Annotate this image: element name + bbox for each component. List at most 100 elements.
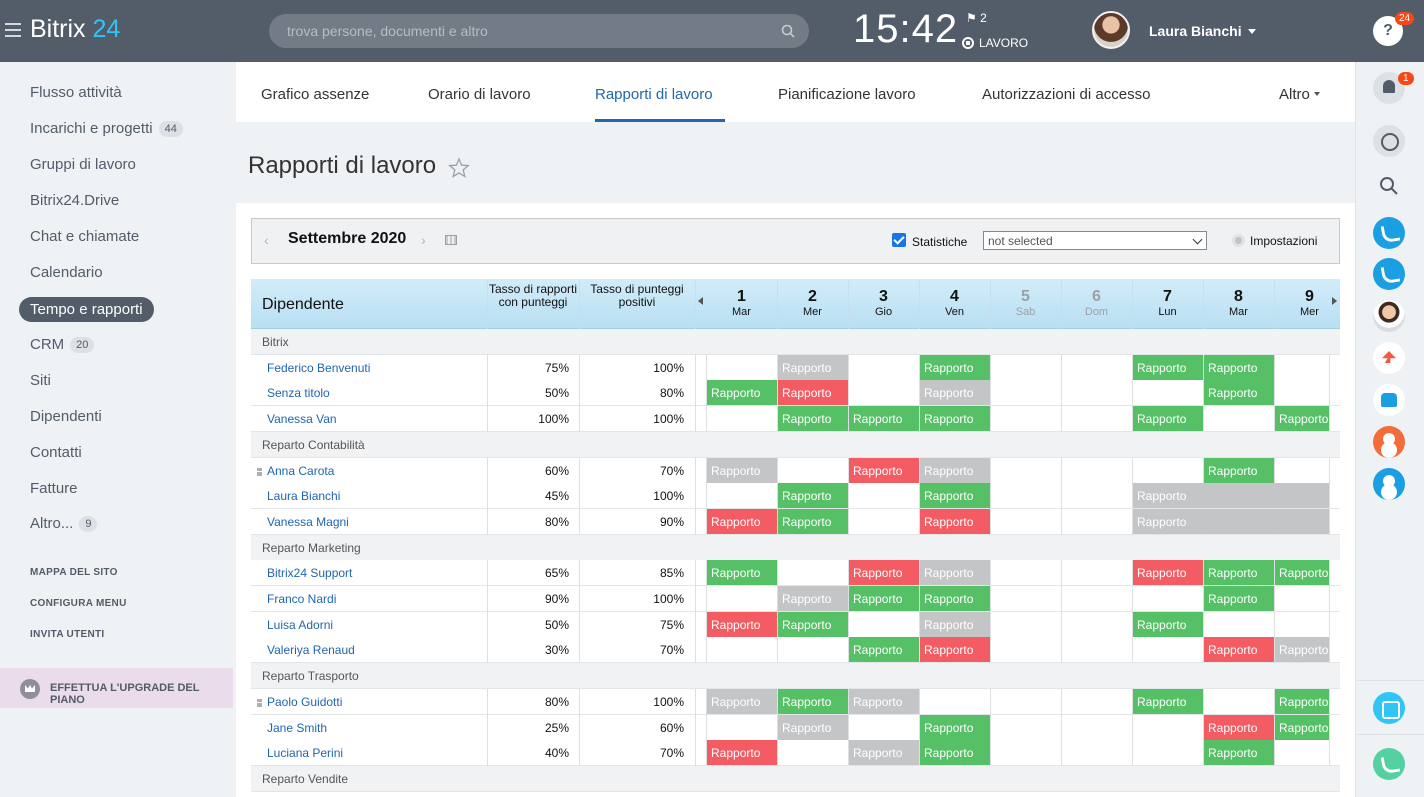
report-cell[interactable]: Rapporto bbox=[849, 457, 919, 483]
report-cell[interactable]: Rapporto bbox=[778, 508, 848, 534]
report-cell[interactable]: Rapporto bbox=[1204, 637, 1274, 663]
sidebar-item[interactable]: Chat e chiamate bbox=[30, 228, 139, 245]
sidebar-link[interactable]: INVITA UTENTI bbox=[30, 629, 104, 640]
report-cell[interactable]: Rapporto bbox=[920, 457, 990, 483]
report-cell[interactable]: Rapporto bbox=[707, 457, 777, 483]
report-cell[interactable]: Rapporto bbox=[778, 611, 848, 637]
star-icon[interactable] bbox=[448, 157, 470, 179]
report-cell[interactable]: Rapporto bbox=[1275, 714, 1329, 740]
report-cell[interactable]: Rapporto bbox=[1133, 688, 1203, 714]
report-cell[interactable]: Rapporto bbox=[707, 560, 777, 586]
report-cell[interactable]: Rapporto bbox=[778, 406, 848, 432]
tab[interactable]: Grafico assenze bbox=[261, 86, 369, 103]
sidebar-link[interactable]: CONFIGURA MENU bbox=[30, 598, 127, 609]
report-cell[interactable]: Rapporto bbox=[1204, 714, 1274, 740]
report-cell[interactable]: Rapporto bbox=[849, 406, 919, 432]
rocket-icon[interactable] bbox=[1373, 342, 1405, 374]
sidebar-item[interactable]: Altro... 9 bbox=[30, 515, 98, 532]
search-icon[interactable] bbox=[1373, 170, 1405, 202]
tab-more[interactable]: Altro bbox=[1279, 86, 1320, 103]
sidebar-item[interactable]: Fatture bbox=[30, 480, 78, 497]
sidebar-item[interactable]: Flusso attività bbox=[30, 84, 122, 101]
report-cell[interactable]: Rapporto bbox=[778, 354, 848, 380]
report-cell[interactable]: Rapporto bbox=[1275, 560, 1329, 586]
settings-link[interactable]: Impostazioni bbox=[1250, 234, 1317, 248]
report-cell[interactable]: Rapporto bbox=[778, 380, 848, 406]
sidebar-item[interactable]: Contatti bbox=[30, 444, 82, 461]
employee-name[interactable]: Luciana Perini bbox=[267, 746, 343, 760]
user-icon[interactable] bbox=[1373, 426, 1405, 458]
report-cell[interactable]: Rapporto bbox=[1275, 688, 1329, 714]
report-cell[interactable]: Rapporto bbox=[920, 560, 990, 586]
report-cell[interactable]: Rapporto bbox=[849, 586, 919, 611]
report-cell[interactable]: Rapporto bbox=[920, 637, 990, 663]
employee-name[interactable]: Jane Smith bbox=[267, 721, 327, 735]
report-cell[interactable]: Rapporto bbox=[920, 354, 990, 380]
telephony-icon[interactable] bbox=[1373, 258, 1405, 290]
report-cell[interactable]: Rapporto bbox=[1204, 380, 1274, 406]
report-cell[interactable]: Rapporto bbox=[707, 508, 777, 534]
sidebar-item[interactable]: Tempo e rapporti bbox=[19, 297, 154, 322]
screen-share-icon[interactable] bbox=[1373, 692, 1405, 724]
report-cell[interactable]: Rapporto bbox=[1133, 611, 1203, 637]
report-cell[interactable]: Rapporto bbox=[1133, 560, 1203, 586]
report-cell[interactable]: Rapporto bbox=[707, 740, 777, 766]
tab[interactable]: Orario di lavoro bbox=[428, 86, 531, 103]
employee-name[interactable]: Anna Carota bbox=[267, 464, 334, 478]
report-cell[interactable]: Rapporto bbox=[1133, 406, 1203, 432]
stats-label[interactable]: Statistiche bbox=[912, 235, 967, 249]
report-cell[interactable]: Rapporto bbox=[707, 611, 777, 637]
sidebar-item[interactable]: Gruppi di lavoro bbox=[30, 156, 136, 173]
contact-avatar[interactable] bbox=[1373, 300, 1405, 332]
employee-name[interactable]: Vanessa Magni bbox=[267, 515, 349, 529]
report-cell[interactable]: Rapporto bbox=[920, 508, 990, 534]
report-cell[interactable]: Rapporto bbox=[849, 688, 919, 714]
employee-name[interactable]: Valeriya Renaud bbox=[267, 643, 355, 657]
clock[interactable]: 15:42 bbox=[853, 7, 958, 52]
call-icon[interactable] bbox=[1373, 748, 1405, 780]
report-cell[interactable]: Rapporto bbox=[1204, 586, 1274, 611]
user-avatar[interactable] bbox=[1092, 11, 1130, 49]
employee-name[interactable]: Franco Nardi bbox=[267, 592, 336, 606]
report-cell[interactable]: Rapporto bbox=[920, 740, 990, 766]
flag-counter[interactable]: ⚑ 2 bbox=[966, 11, 987, 25]
report-cell[interactable]: Rapporto bbox=[1275, 637, 1329, 663]
tab[interactable]: Autorizzazioni di accesso bbox=[982, 86, 1150, 103]
report-cell[interactable]: Rapporto bbox=[1133, 483, 1329, 509]
report-cell[interactable]: Rapporto bbox=[1275, 406, 1329, 432]
report-cell[interactable]: Rapporto bbox=[920, 406, 990, 432]
employee-name[interactable]: Vanessa Van bbox=[267, 412, 337, 426]
report-cell[interactable]: Rapporto bbox=[920, 586, 990, 611]
report-cell[interactable]: Rapporto bbox=[1204, 740, 1274, 766]
sidebar-item[interactable]: Calendario bbox=[30, 264, 103, 281]
report-cell[interactable]: Rapporto bbox=[920, 611, 990, 637]
sidebar-item[interactable]: Dipendenti bbox=[30, 408, 102, 425]
calendar-icon[interactable] bbox=[445, 235, 457, 245]
report-cell[interactable]: Rapporto bbox=[778, 714, 848, 740]
report-cell[interactable]: Rapporto bbox=[849, 740, 919, 766]
report-cell[interactable]: Rapporto bbox=[849, 560, 919, 586]
report-cell[interactable]: Rapporto bbox=[849, 637, 919, 663]
report-cell[interactable]: Rapporto bbox=[1204, 560, 1274, 586]
report-cell[interactable]: Rapporto bbox=[707, 380, 777, 406]
sidebar-link[interactable]: MAPPA DEL SITO bbox=[30, 567, 118, 578]
gear-icon[interactable] bbox=[1232, 234, 1245, 247]
tab[interactable]: Pianificazione lavoro bbox=[778, 86, 916, 103]
chevron-down-icon[interactable] bbox=[1248, 29, 1256, 34]
report-cell[interactable]: Rapporto bbox=[920, 380, 990, 406]
search-icon[interactable] bbox=[781, 24, 795, 38]
report-cell[interactable]: Rapporto bbox=[1133, 354, 1203, 380]
month-label[interactable]: Settembre 2020 bbox=[288, 230, 406, 248]
chevron-right-icon[interactable]: › bbox=[421, 232, 426, 248]
sidebar-item[interactable]: Bitrix24.Drive bbox=[30, 192, 119, 209]
chevron-left-icon[interactable] bbox=[698, 297, 703, 305]
report-cell[interactable]: Rapporto bbox=[707, 688, 777, 714]
report-cell[interactable]: Rapporto bbox=[778, 586, 848, 611]
employee-name[interactable]: Laura Bianchi bbox=[267, 489, 340, 503]
report-cell[interactable]: Rapporto bbox=[1133, 508, 1329, 534]
report-cell[interactable]: Rapporto bbox=[920, 714, 990, 740]
sidebar-item[interactable]: CRM 20 bbox=[30, 336, 95, 353]
search-bar[interactable] bbox=[269, 14, 809, 48]
report-cell[interactable]: Rapporto bbox=[778, 483, 848, 509]
department-select[interactable]: not selected bbox=[983, 231, 1207, 250]
